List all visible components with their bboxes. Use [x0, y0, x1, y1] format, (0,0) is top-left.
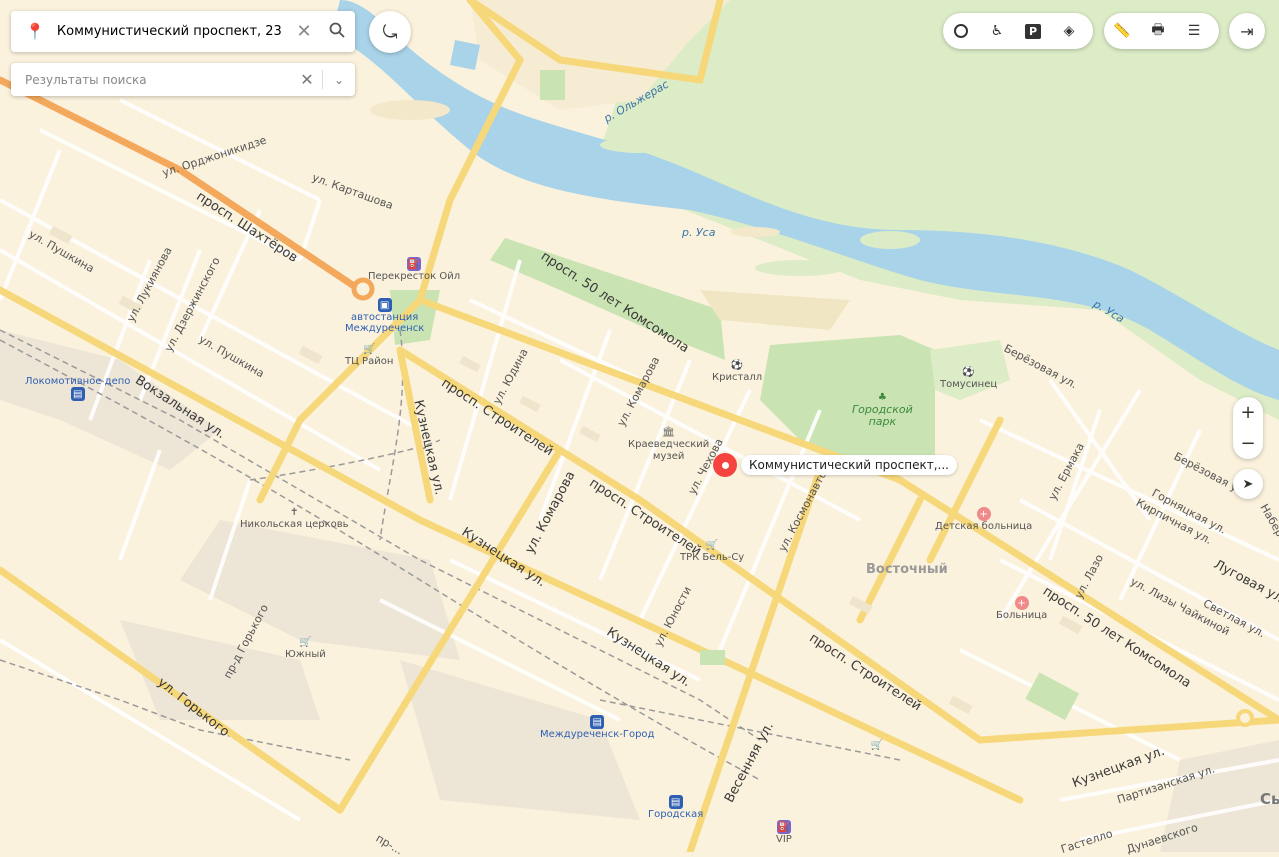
poi-bus-station[interactable]: ▣ автостанция Междуреченск: [345, 298, 424, 334]
zoom-in-button[interactable]: +: [1240, 402, 1255, 423]
museum-icon: 🏛: [662, 426, 675, 438]
cart-icon: 🛒: [705, 539, 719, 551]
poi-label: Детская больница: [935, 521, 1033, 532]
poi-label: автостанция Междуреченск: [345, 312, 425, 334]
poi-vip[interactable]: ⛽ VIP: [776, 820, 792, 845]
zoom-out-button[interactable]: −: [1240, 433, 1255, 454]
poi-label: ТРК Бель-Су: [680, 552, 745, 563]
tree-icon: ♣: [877, 391, 887, 403]
location-pin-icon: 📍: [25, 22, 45, 41]
search-input[interactable]: Коммунистический проспект, 23: [57, 24, 289, 39]
results-label: Результаты поиска: [25, 72, 147, 87]
poi-label: Локомотивное депо: [25, 376, 131, 387]
poi-gas-station[interactable]: ⛽ Перекресток Ойл: [368, 257, 460, 282]
map-actions-group: 📏 🖶 ☰: [1104, 13, 1219, 49]
poi-platform[interactable]: ▤ Городская: [648, 795, 703, 820]
cross-icon: ✝: [290, 506, 299, 518]
close-icon[interactable]: ✕: [292, 70, 323, 89]
navigation-arrow-icon: ➤: [1242, 476, 1254, 492]
panorama-icon[interactable]: ♿: [979, 13, 1015, 49]
search-box[interactable]: 📍 Коммунистический проспект, 23 ✕: [11, 11, 355, 52]
poi-market[interactable]: 🛒 Южный: [285, 635, 326, 661]
poi-hospital[interactable]: + Больница: [996, 596, 1047, 621]
clear-icon[interactable]: ✕: [289, 21, 319, 42]
poi-label: Городская: [648, 809, 704, 820]
search-icon[interactable]: [319, 22, 355, 42]
poi-park[interactable]: ♣ Городской парк: [852, 390, 913, 428]
poi-mall[interactable]: 🛒 ТРК Бель-Су: [680, 538, 745, 564]
hospital-icon: +: [976, 507, 991, 521]
train-icon: ▤: [668, 795, 683, 809]
search-marker[interactable]: Коммунистический проспект,...: [713, 453, 957, 477]
poi-church[interactable]: ✝ Никольская церковь: [240, 505, 349, 531]
poi-label: Перекресток Ойл: [368, 271, 461, 282]
marker-pin-icon: [713, 453, 737, 477]
ruler-icon[interactable]: 📏: [1104, 13, 1140, 49]
cart-icon: 🛒: [870, 739, 884, 751]
bus-icon: ▣: [377, 298, 392, 312]
login-button[interactable]: ⇥: [1229, 13, 1265, 49]
poi-kristall[interactable]: ⚽ Кристалл: [712, 358, 763, 384]
poi-shop[interactable]: 🛒 ТЦ Район: [345, 342, 394, 368]
poi-label: ТЦ Район: [345, 356, 394, 367]
parking-icon[interactable]: P: [1015, 13, 1051, 49]
poi-label: Больница: [996, 610, 1048, 621]
route-icon: ⤿: [382, 21, 398, 43]
marker-label: Коммунистический проспект,...: [741, 455, 957, 475]
print-icon[interactable]: 🖶: [1140, 13, 1176, 49]
poi-museum[interactable]: 🏛 Краеведческий музей: [628, 425, 709, 463]
layers-icon[interactable]: ◈: [1051, 13, 1087, 49]
chevron-down-icon[interactable]: ⌄: [323, 73, 355, 87]
login-icon: ⇥: [1240, 21, 1254, 41]
sport-icon: ⚽: [962, 366, 975, 378]
poi-depot[interactable]: Локомотивное депо ▤: [25, 376, 130, 401]
zoom-control: + −: [1233, 397, 1263, 459]
fuel-icon: ⛽: [407, 257, 422, 271]
poi-label: VIP: [776, 834, 792, 845]
sport-icon: ⚽: [730, 359, 744, 371]
geolocation-button[interactable]: ➤: [1233, 469, 1263, 499]
route-button[interactable]: ⤿: [369, 11, 411, 53]
search-results-bar[interactable]: Результаты поиска ✕ ⌄: [11, 63, 355, 96]
poi-shop-east[interactable]: 🛒: [870, 738, 884, 752]
fuel-icon: ⛽: [776, 820, 791, 834]
cart-icon: 🛒: [299, 636, 312, 648]
poi-label: Южный: [285, 649, 326, 660]
traffic-icon[interactable]: [943, 13, 979, 49]
poi-children-hospital[interactable]: + Детская больница: [935, 507, 1032, 532]
poi-station[interactable]: ▤ Междуреченск-Город: [540, 715, 654, 740]
map-tools-group: ♿ P ◈: [943, 13, 1093, 49]
poi-label: Городской парк: [852, 403, 913, 428]
poi-label: Краеведческий музей: [628, 439, 710, 462]
poi-label: Никольская церковь: [240, 519, 349, 530]
cart-icon: 🛒: [362, 343, 376, 355]
menu-icon[interactable]: ☰: [1176, 13, 1212, 49]
poi-tomusinets[interactable]: ⚽ Томусинец: [940, 365, 998, 391]
hospital-icon: +: [1014, 596, 1029, 610]
poi-label: Томусинец: [940, 379, 998, 390]
train-icon: ▤: [590, 715, 605, 729]
train-icon: ▤: [70, 387, 85, 401]
poi-label: Междуреченск-Город: [540, 729, 655, 740]
poi-label: Кристалл: [712, 372, 763, 383]
